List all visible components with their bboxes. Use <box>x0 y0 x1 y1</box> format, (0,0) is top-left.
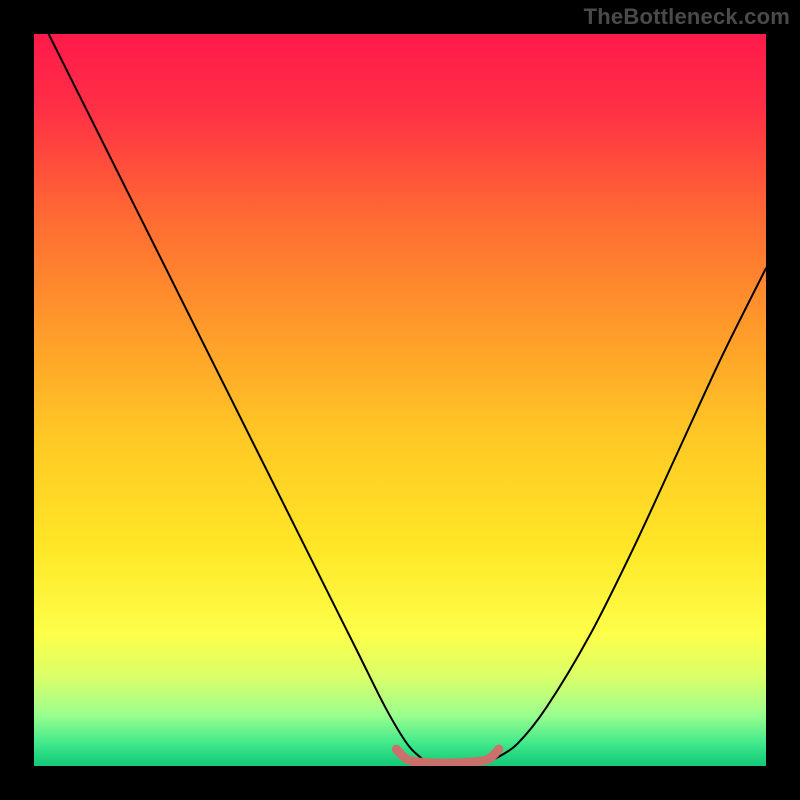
chart-plot <box>0 0 800 800</box>
watermark-text: TheBottleneck.com <box>584 4 790 30</box>
border-bottom <box>0 766 800 800</box>
chart-frame: TheBottleneck.com <box>0 0 800 800</box>
plot-background <box>34 34 766 766</box>
border-left <box>0 0 34 800</box>
border-right <box>766 0 800 800</box>
